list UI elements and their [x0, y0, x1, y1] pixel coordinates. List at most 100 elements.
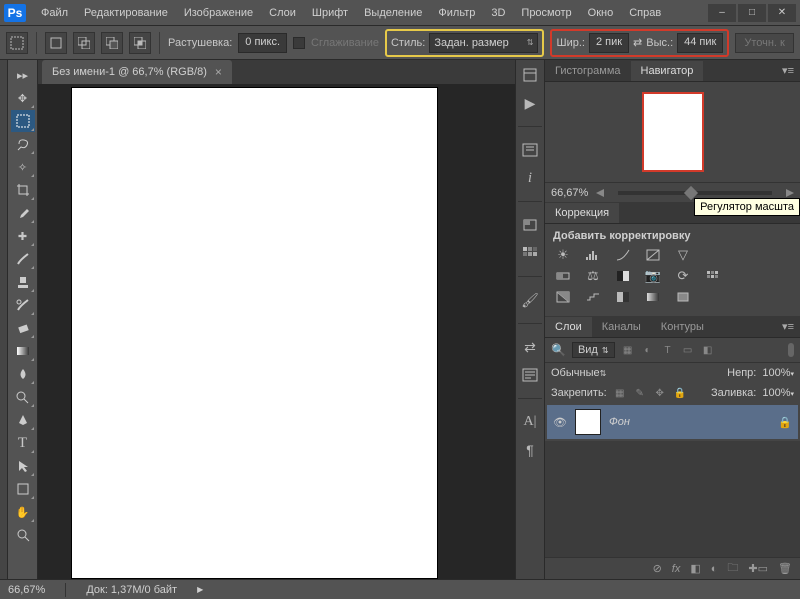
panel-menu-icon[interactable]: ▾≡ [776, 316, 800, 337]
move-tool[interactable]: ✥ [11, 87, 35, 109]
filter-type-icon[interactable]: T [661, 344, 675, 356]
lock-all-icon[interactable]: 🔒 [673, 387, 687, 399]
brush-tool[interactable] [11, 248, 35, 270]
antialias-checkbox[interactable] [293, 37, 305, 49]
zoom-slider[interactable] [618, 191, 772, 195]
actions-panel-icon[interactable]: ▶ [520, 94, 540, 112]
add-selection-icon[interactable] [73, 32, 95, 54]
width-input[interactable]: 2 пик [589, 33, 629, 53]
close-button[interactable]: ✕ [768, 4, 796, 22]
hand-tool[interactable]: ✋ [11, 501, 35, 523]
curves-icon[interactable] [613, 247, 633, 263]
channel-mixer-icon[interactable]: ⟳ [673, 268, 693, 284]
filter-pixel-icon[interactable]: ▦ [621, 344, 635, 356]
styles-panel-icon[interactable]: ⇄ [520, 338, 540, 356]
height-input[interactable]: 44 пик [677, 33, 723, 53]
shape-tool[interactable] [11, 478, 35, 500]
histogram-tab[interactable]: Гистограмма [545, 61, 631, 81]
history-brush-tool[interactable] [11, 294, 35, 316]
lock-icon[interactable]: 🔒 [778, 416, 792, 429]
menu-select[interactable]: Выделение [357, 3, 429, 23]
type-styles-icon[interactable]: A| [520, 413, 540, 431]
style-select[interactable]: Задан. размер ⇅ [429, 33, 538, 53]
fill-input[interactable]: 100%▾ [762, 387, 794, 399]
canvas-viewport[interactable] [38, 84, 515, 579]
lock-position-icon[interactable]: ✥ [653, 387, 667, 399]
color-balance-icon[interactable]: ⚖ [583, 268, 603, 284]
filter-toggle[interactable] [788, 343, 794, 357]
menu-help[interactable]: Справ [622, 3, 668, 23]
vibrance-icon[interactable]: ▽ [673, 247, 693, 263]
threshold-icon[interactable] [613, 289, 633, 305]
canvas[interactable] [72, 88, 437, 578]
subtract-selection-icon[interactable] [101, 32, 123, 54]
blend-mode-select[interactable]: Обычные⇅ [551, 367, 631, 379]
menu-type[interactable]: Шрифт [305, 3, 355, 23]
paragraph-panel-icon[interactable] [520, 366, 540, 384]
stamp-tool[interactable] [11, 271, 35, 293]
posterize-icon[interactable] [583, 289, 603, 305]
layer-name[interactable]: Фон [609, 416, 630, 428]
status-doc-info[interactable]: Док: 1,37M/0 байт [86, 584, 177, 596]
menu-window[interactable]: Окно [581, 3, 621, 23]
zoom-in-icon[interactable] [786, 189, 794, 197]
filter-kind-select[interactable]: Вид⇅ [572, 342, 615, 358]
layer-fx-icon[interactable]: fx [672, 563, 681, 575]
swap-wh-icon[interactable]: ⇄ [633, 36, 642, 49]
correction-tab[interactable]: Коррекция [545, 203, 619, 223]
lookup-icon[interactable] [703, 268, 723, 284]
blur-tool[interactable] [11, 363, 35, 385]
menu-filter[interactable]: Фильтр [431, 3, 482, 23]
pen-tool[interactable] [11, 409, 35, 431]
layer-thumbnail[interactable] [575, 409, 601, 435]
layers-tab[interactable]: Слои [545, 317, 592, 337]
navigator-tab[interactable]: Навигатор [631, 61, 704, 81]
document-tab[interactable]: Без имени-1 @ 66,7% (RGB/8) × [42, 60, 232, 84]
paths-tab[interactable]: Контуры [651, 317, 714, 337]
menu-image[interactable]: Изображение [177, 3, 260, 23]
menu-view[interactable]: Просмотр [514, 3, 578, 23]
info-panel-icon[interactable]: i [520, 169, 540, 187]
selective-color-icon[interactable] [673, 289, 693, 305]
color-panel-icon[interactable] [520, 216, 540, 234]
filter-adjust-icon[interactable]: ◐ [641, 344, 655, 356]
eraser-tool[interactable] [11, 317, 35, 339]
minimize-button[interactable]: – [708, 4, 736, 22]
status-zoom[interactable]: 66,67% [8, 584, 45, 596]
expand-tools-icon[interactable]: ▸▸ [11, 64, 35, 86]
swatches-panel-icon[interactable] [520, 244, 540, 262]
maximize-button[interactable]: □ [738, 4, 766, 22]
character-panel-icon[interactable] [520, 141, 540, 159]
close-tab-icon[interactable]: × [215, 65, 222, 79]
history-panel-icon[interactable] [520, 66, 540, 84]
levels-icon[interactable] [583, 247, 603, 263]
opacity-input[interactable]: 100%▾ [762, 367, 794, 379]
photo-filter-icon[interactable]: 📷 [643, 268, 663, 284]
refine-edge-button[interactable]: Уточн. к [735, 33, 794, 53]
new-layer-icon[interactable]: ✚▭ [748, 562, 768, 575]
brightness-icon[interactable]: ☀ [553, 247, 573, 263]
wand-tool[interactable]: ✧ [11, 156, 35, 178]
invert-icon[interactable] [553, 289, 573, 305]
filter-smart-icon[interactable]: ◧ [701, 344, 715, 356]
menu-edit[interactable]: Редактирование [77, 3, 175, 23]
new-fill-icon[interactable]: ◐ [711, 563, 718, 575]
crop-tool[interactable] [11, 179, 35, 201]
eyedropper-tool[interactable] [11, 202, 35, 224]
brushes-panel-icon[interactable]: 🖌 [520, 291, 540, 309]
new-selection-icon[interactable] [45, 32, 67, 54]
navigator-zoom-value[interactable]: 66,67% [551, 187, 588, 199]
search-icon[interactable]: 🔍 [551, 343, 566, 357]
paragraph-styles-icon[interactable]: ¶ [520, 441, 540, 459]
link-layers-icon[interactable]: ⊘ [653, 562, 662, 575]
navigator-thumbnail[interactable] [642, 92, 704, 172]
zoom-out-icon[interactable] [596, 189, 604, 197]
exposure-icon[interactable] [643, 247, 663, 263]
feather-input[interactable]: 0 пикс. [238, 33, 287, 53]
menu-file[interactable]: Файл [34, 3, 75, 23]
gradient-tool[interactable] [11, 340, 35, 362]
panel-menu-icon[interactable]: ▾≡ [776, 60, 800, 81]
hue-icon[interactable] [553, 268, 573, 284]
new-group-icon[interactable]: 🗀 [727, 559, 738, 578]
menu-layer[interactable]: Слои [262, 3, 303, 23]
